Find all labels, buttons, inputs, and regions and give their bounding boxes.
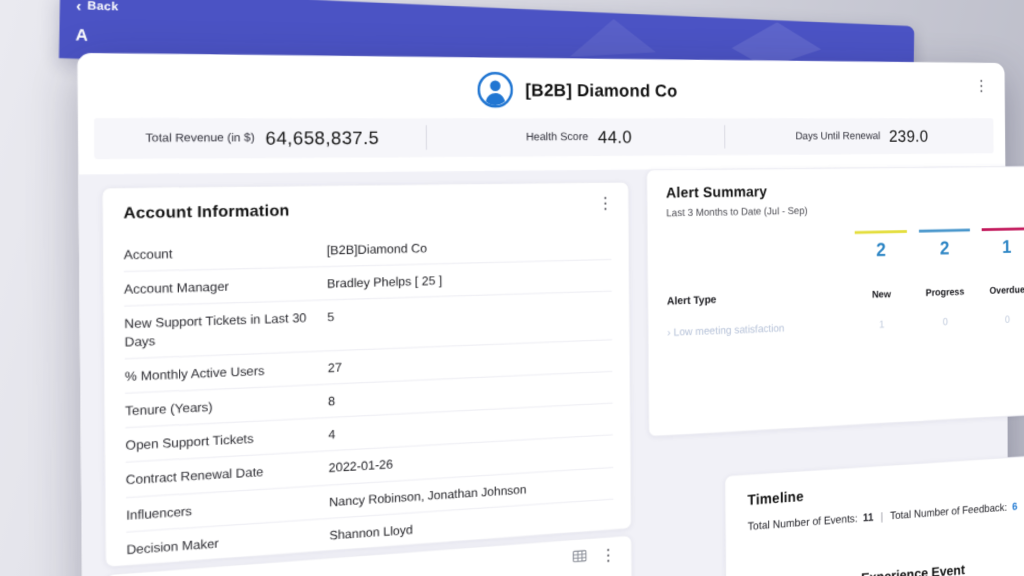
column-header-new: New (849, 288, 913, 301)
alert-table-row: › Low meeting satisfaction 1 0 0 0 (648, 309, 1024, 340)
chevron-right-icon: › (667, 327, 671, 339)
timeline-event-title: Experience Event (861, 563, 965, 576)
meta-separator: | (879, 511, 885, 523)
account-title: [B2B] Diamond Co (525, 79, 677, 101)
kpi-days-until-renewal: Days Until Renewal 239.0 (724, 125, 993, 149)
alert-total-overdue: 1 (982, 227, 1024, 259)
kpi-value: 44.0 (598, 127, 632, 148)
account-info-rows: Account [B2B]Diamond Co Account Manager … (124, 228, 614, 567)
back-button[interactable]: ‹ Back (76, 0, 119, 15)
kpi-label: Days Until Renewal (795, 131, 880, 143)
kpi-value: 64,658,837.5 (265, 127, 379, 149)
alert-total-progress: 2 (919, 229, 970, 261)
total-value: 2 (940, 238, 950, 259)
column-header-progress: Progress (913, 286, 976, 299)
dashboard-body: Account Information ⋮ Account [B2B]Diamo… (78, 166, 1009, 576)
account-avatar-icon (477, 71, 513, 108)
field-value: 27 (328, 348, 613, 376)
account-detail-sheet: ⋮ [B2B] Diamond Co Total Revenue (in $) … (77, 53, 1009, 576)
column-header-alert-type: Alert Type (667, 290, 849, 308)
kpi-value: 239.0 (889, 126, 929, 146)
card-title: Alert Summary (666, 184, 767, 202)
alert-table-header-row: Alert Type New Progress Overdue Escalate… (648, 280, 1024, 308)
app-plane: ‹ Back A ⋮ [B2B] Diamond Co (0, 0, 1024, 576)
alert-totals-row: 2 2 1 0 (648, 225, 1024, 268)
field-label: New Support Tickets in Last 30 Days (124, 309, 327, 350)
feedback-label: Total Number of Feedback: (890, 502, 1007, 522)
kpi-strip: Total Revenue (in $) 64,658,837.5 Health… (94, 118, 994, 159)
alert-type-expander[interactable]: › Low meeting satisfaction (667, 320, 849, 339)
cell-value: 0 (976, 313, 1024, 326)
cell-value: 0 (914, 316, 977, 330)
alert-summary-subtitle: Last 3 Months to Date (Jul - Sep) (666, 205, 807, 219)
account-info-kebab-menu[interactable]: ⋮ (597, 196, 613, 212)
alert-type-label: Low meeting satisfaction (674, 323, 785, 339)
back-chevron-icon: ‹ (76, 0, 82, 13)
kpi-health-score: Health Score 44.0 (426, 125, 725, 150)
field-value: Bradley Phelps [ 25 ] (327, 268, 612, 292)
events-count: 11 (863, 512, 874, 524)
card-title: Account Information (123, 202, 289, 223)
kpi-label: Total Revenue (in $) (146, 132, 255, 145)
timeline-meta: Total Number of Events: 11 | Total Numbe… (748, 502, 1018, 533)
field-label: Contract Renewal Date (126, 460, 329, 489)
decorative-shape (570, 17, 657, 60)
back-label: Back (87, 0, 119, 14)
field-value: [B2B]Diamond Co (327, 236, 612, 259)
account-header: [B2B] Diamond Co (77, 68, 1004, 109)
alert-total-new: 2 (855, 230, 907, 262)
page-title-clipped: A (75, 26, 88, 45)
column-header-overdue: Overdue (976, 284, 1024, 297)
field-label: Account (124, 242, 327, 264)
alert-summary-card: Alert Summary Last 3 Months to Date (Jul… (646, 165, 1024, 437)
timeline-card: Timeline Total Number of Events: 11 | To… (724, 449, 1024, 576)
table-view-icon[interactable] (572, 548, 587, 569)
kpi-label: Health Score (526, 131, 588, 143)
total-value: 2 (876, 240, 886, 261)
card-title: Timeline (747, 489, 803, 509)
field-label: Open Support Tickets (125, 426, 328, 454)
field-label: % Monthly Active Users (125, 359, 328, 385)
field-label: Tenure (Years) (125, 393, 328, 420)
field-label: Account Manager (124, 276, 327, 299)
field-value: 5 (327, 300, 612, 343)
cell-value: 1 (849, 318, 913, 332)
total-value: 1 (1002, 237, 1011, 257)
account-information-card: Account Information ⋮ Account [B2B]Diamo… (101, 181, 631, 567)
events-label: Total Number of Events: (748, 513, 858, 533)
field-label: Decision Maker (126, 527, 329, 558)
field-label: Influencers (126, 493, 329, 523)
kpi-total-revenue: Total Revenue (in $) 64,658,837.5 (94, 127, 426, 150)
bottom-card-kebab-menu[interactable]: ⋮ (600, 548, 616, 565)
feedback-count-link[interactable]: 6 (1012, 502, 1017, 513)
screenshot-stage: ‹ Back A ⋮ [B2B] Diamond Co (0, 0, 1024, 576)
